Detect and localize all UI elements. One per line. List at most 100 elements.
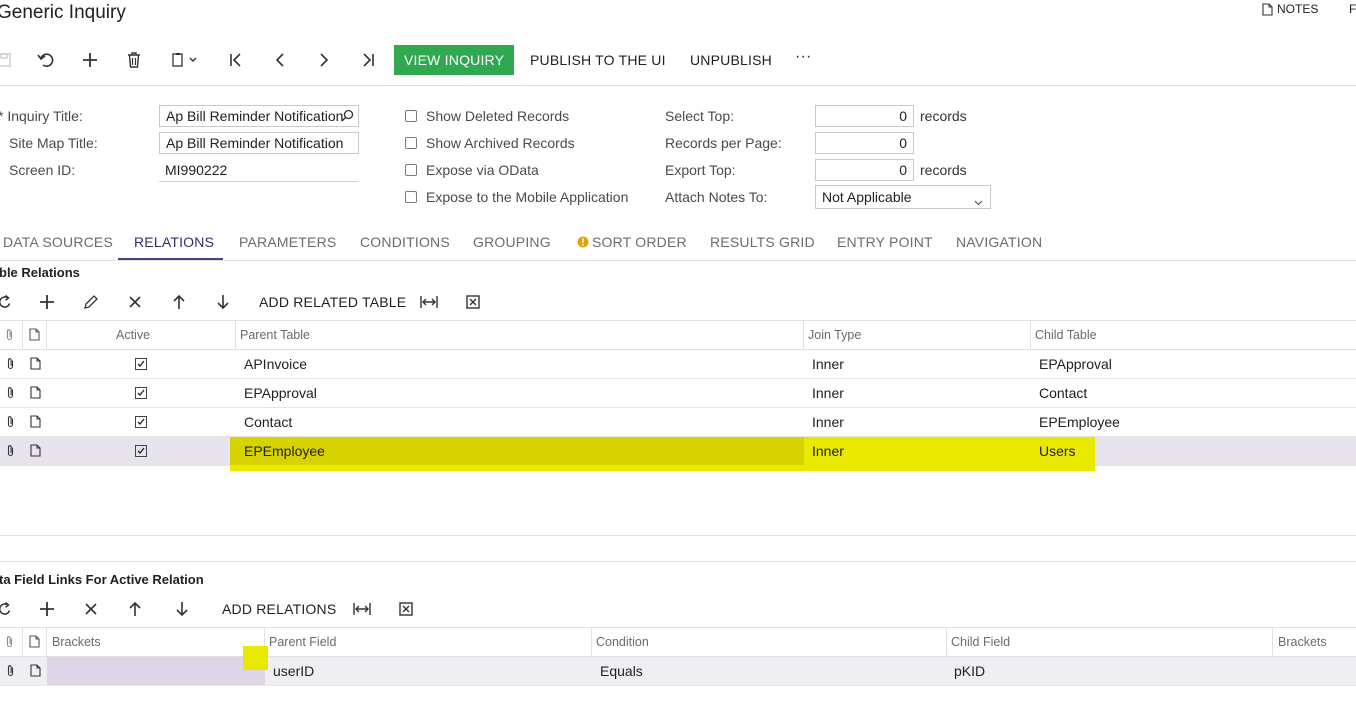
select-top-field[interactable]: 0 [815, 105, 914, 127]
tab-parameters[interactable]: PARAMETERS [239, 234, 336, 250]
next-record-icon[interactable] [310, 46, 338, 74]
tab-results-grid[interactable]: RESULTS GRID [710, 234, 815, 250]
undo-icon[interactable] [32, 46, 60, 74]
child-field-cell[interactable]: pKID [954, 657, 985, 685]
export-excel-icon[interactable] [459, 288, 487, 316]
note-icon[interactable] [30, 386, 41, 399]
active-checkbox[interactable] [135, 358, 147, 370]
add-row-icon[interactable] [33, 288, 61, 316]
parent-table-cell[interactable]: EPEmployee [244, 437, 325, 465]
site-map-title-field[interactable]: Ap Bill Reminder Notification [159, 132, 359, 154]
note-icon[interactable] [30, 664, 41, 677]
add-related-table-button[interactable]: ADD RELATED TABLE [259, 294, 406, 310]
note-icon[interactable] [30, 357, 41, 370]
tab-data-sources[interactable]: DATA SOURCES [3, 234, 113, 250]
attachment-icon[interactable] [6, 415, 15, 428]
tab-conditions[interactable]: CONDITIONS [360, 234, 450, 250]
add-relations-button[interactable]: ADD RELATIONS [222, 601, 336, 617]
fit-columns-icon[interactable] [415, 288, 443, 316]
parent-field-cell[interactable]: userID [273, 657, 314, 685]
note-icon[interactable] [30, 415, 41, 428]
tab-relations[interactable]: RELATIONS [134, 234, 214, 250]
child-field-column-header[interactable]: Child Field [951, 628, 1010, 656]
join-type-cell[interactable]: Inner [812, 437, 844, 465]
expose-odata-checkbox[interactable] [405, 164, 417, 176]
active-checkbox[interactable] [135, 416, 147, 428]
join-type-cell[interactable]: Inner [812, 408, 844, 436]
join-type-column-header[interactable]: Join Type [808, 321, 861, 349]
inquiry-title-field[interactable]: Ap Bill Reminder Notification [159, 105, 359, 127]
parent-table-cell[interactable]: EPApproval [244, 379, 317, 407]
delete-row-icon[interactable] [77, 595, 105, 623]
child-table-cell[interactable]: EPApproval [1039, 350, 1112, 378]
table-row[interactable]: APInvoice Inner EPApproval [0, 350, 1356, 379]
previous-record-icon[interactable] [266, 46, 294, 74]
brackets-open-cell[interactable] [47, 657, 265, 685]
brackets-close-column-header[interactable]: Brackets [1278, 628, 1327, 656]
table-row[interactable]: Contact Inner EPEmployee [0, 408, 1356, 437]
save-icon[interactable] [0, 46, 18, 74]
note-icon[interactable] [30, 444, 41, 457]
unpublish-button[interactable]: UNPUBLISH [690, 52, 772, 68]
edit-icon[interactable] [77, 288, 105, 316]
table-row-selected[interactable]: userID Equals pKID [0, 657, 1356, 686]
condition-cell[interactable]: Equals [600, 657, 643, 685]
parent-field-column-header[interactable]: Parent Field [269, 628, 336, 656]
more-actions-button[interactable]: ··· [795, 48, 812, 66]
records-per-page-label: Records per Page: [665, 135, 782, 151]
records-per-page-field[interactable]: 0 [815, 132, 914, 154]
tab-entry-point[interactable]: ENTRY POINT [837, 234, 933, 250]
parent-table-cell[interactable]: Contact [244, 408, 292, 436]
export-excel-icon[interactable] [392, 595, 420, 623]
relations-section-title: ble Relations [0, 265, 80, 280]
tab-sort-order[interactable]: SORT ORDER [592, 234, 687, 250]
child-table-column-header[interactable]: Child Table [1035, 321, 1097, 349]
active-checkbox[interactable] [135, 387, 147, 399]
add-row-icon[interactable] [33, 595, 61, 623]
tab-navigation[interactable]: NAVIGATION [956, 234, 1042, 250]
refresh-icon[interactable] [0, 288, 19, 316]
copy-paste-icon[interactable] [165, 46, 205, 74]
delete-icon[interactable] [120, 46, 148, 74]
child-table-cell[interactable]: Contact [1039, 379, 1087, 407]
attachment-icon[interactable] [6, 444, 15, 457]
active-checkbox[interactable] [135, 445, 147, 457]
active-column-header[interactable]: Active [116, 321, 150, 349]
parent-table-column-header[interactable]: Parent Table [240, 321, 310, 349]
brackets-open-column-header[interactable]: Brackets [52, 628, 101, 656]
last-record-icon[interactable] [354, 46, 382, 74]
delete-row-icon[interactable] [121, 288, 149, 316]
move-up-icon[interactable] [165, 288, 193, 316]
move-down-icon[interactable] [168, 595, 196, 623]
fit-columns-icon[interactable] [348, 595, 376, 623]
files-button[interactable]: F [1349, 2, 1356, 16]
child-table-cell[interactable]: EPEmployee [1039, 408, 1120, 436]
condition-column-header[interactable]: Condition [596, 628, 649, 656]
join-type-cell[interactable]: Inner [812, 350, 844, 378]
notes-button[interactable]: NOTES [1262, 2, 1318, 16]
publish-button[interactable]: PUBLISH TO THE UI [530, 52, 666, 68]
refresh-icon[interactable] [0, 595, 19, 623]
parent-table-cell[interactable]: APInvoice [244, 350, 307, 378]
tabs-divider [0, 260, 1356, 261]
add-icon[interactable] [76, 46, 104, 74]
child-table-cell[interactable]: Users [1039, 437, 1076, 465]
attachment-icon[interactable] [6, 386, 15, 399]
view-inquiry-button[interactable]: VIEW INQUIRY [394, 45, 515, 75]
search-icon[interactable] [341, 109, 354, 125]
splitter-top [0, 535, 1356, 536]
show-deleted-checkbox[interactable] [405, 110, 417, 122]
move-down-icon[interactable] [209, 288, 237, 316]
attachment-icon[interactable] [6, 664, 15, 677]
attach-notes-select[interactable]: Not Applicable [815, 185, 991, 209]
expose-mobile-checkbox[interactable] [405, 191, 417, 203]
table-row[interactable]: EPApproval Inner Contact [0, 379, 1356, 408]
first-record-icon[interactable] [222, 46, 250, 74]
attachment-icon[interactable] [6, 357, 15, 370]
tab-grouping[interactable]: GROUPING [473, 234, 551, 250]
export-top-field[interactable]: 0 [815, 159, 914, 181]
table-row-selected[interactable]: EPEmployee Inner Users [0, 437, 1356, 466]
show-archived-checkbox[interactable] [405, 137, 417, 149]
move-up-icon[interactable] [121, 595, 149, 623]
join-type-cell[interactable]: Inner [812, 379, 844, 407]
